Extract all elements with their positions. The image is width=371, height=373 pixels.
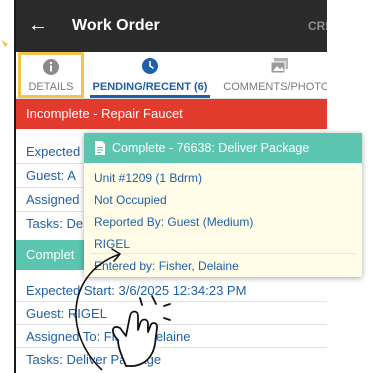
guest-row: Guest: A bbox=[26, 168, 76, 183]
popup-unit: Unit #1209 (1 Bdrm) bbox=[94, 171, 203, 185]
tab-comments-photos[interactable]: COMMENTS/PHOTOS bbox=[220, 52, 327, 98]
tab-comments-label: COMMENTS/PHOTOS bbox=[223, 81, 327, 93]
tab-bar: DETAILS PENDING/RECENT (6) COMMENTS/PHOT… bbox=[16, 52, 327, 99]
popup-title: Complete - 76638: Deliver Package bbox=[112, 141, 310, 155]
expected-row: Expected bbox=[26, 144, 81, 159]
incomplete-status-banner[interactable]: Incomplete - Repair Faucet bbox=[16, 99, 327, 129]
back-arrow-icon[interactable]: ← bbox=[28, 14, 48, 36]
popup-occupancy: Not Occupied bbox=[94, 193, 167, 207]
tab-pending-label: PENDING/RECENT (6) bbox=[92, 81, 208, 93]
info-icon bbox=[43, 59, 59, 75]
page-title: Work Order bbox=[72, 17, 160, 34]
yellow-accent-mark bbox=[1, 40, 8, 47]
tab-details[interactable]: DETAILS bbox=[18, 52, 84, 98]
popup-reported-by: Reported By: Guest (Medium) bbox=[94, 215, 254, 229]
create-button[interactable]: CREATE bbox=[308, 19, 327, 33]
tab-details-label: DETAILS bbox=[28, 81, 74, 93]
clock-icon bbox=[142, 58, 158, 74]
tasks-row: Tasks: De bbox=[26, 216, 84, 231]
tap-hand-icon bbox=[75, 248, 171, 371]
assigned-row: Assigned bbox=[26, 192, 80, 207]
app-bar: ← Work Order CREATE bbox=[16, 0, 327, 52]
tab-pending-recent[interactable]: PENDING/RECENT (6) bbox=[90, 52, 210, 98]
popup-header: Complete - 76638: Deliver Package bbox=[84, 133, 362, 163]
active-tab-indicator bbox=[90, 95, 210, 98]
photos-icon bbox=[270, 58, 288, 74]
incomplete-status-text: Incomplete - Repair Faucet bbox=[26, 106, 183, 121]
document-icon bbox=[95, 141, 105, 155]
